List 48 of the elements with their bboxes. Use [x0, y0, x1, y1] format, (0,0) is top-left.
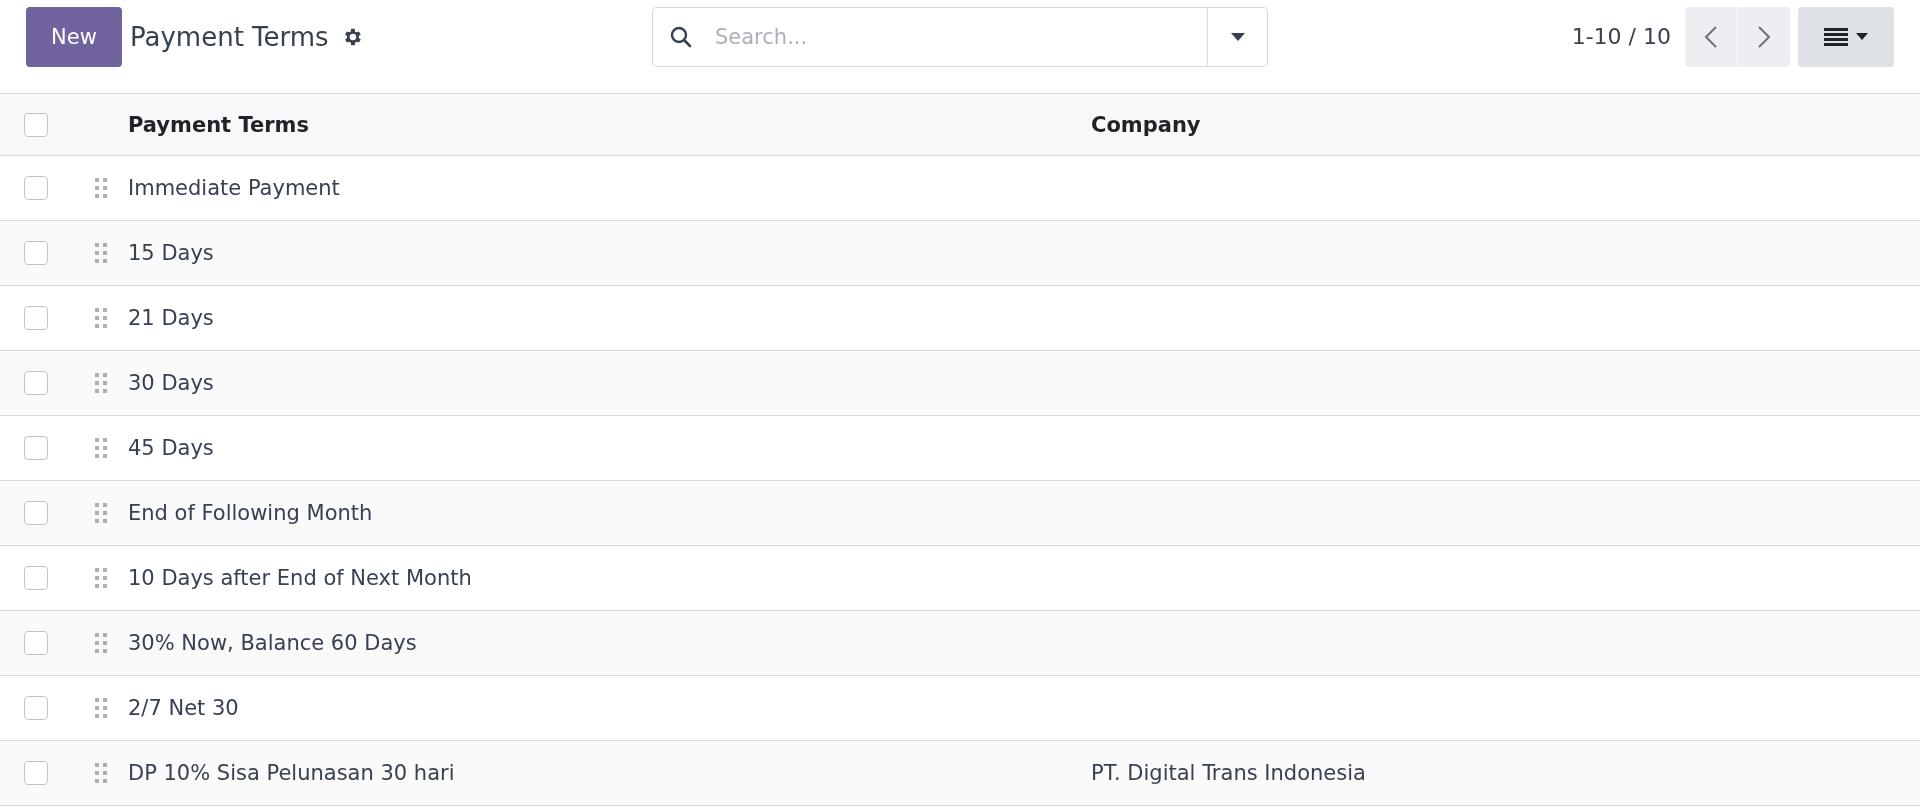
drag-handle-icon[interactable]	[95, 178, 107, 198]
caret-icon	[1230, 33, 1245, 41]
drag-handle-icon[interactable]	[95, 698, 107, 718]
drag-handle-icon[interactable]	[95, 308, 107, 328]
row-checkbox[interactable]	[24, 501, 48, 525]
drag-handle-icon[interactable]	[95, 568, 107, 588]
new-button[interactable]: New	[26, 6, 122, 67]
view-switcher-button[interactable]	[1798, 6, 1894, 67]
table-cell: End of Following Month	[128, 501, 373, 525]
drag-handle-icon[interactable]	[95, 503, 107, 523]
search-icon	[669, 25, 693, 49]
chevron-left-icon	[1704, 24, 1718, 49]
table-cell: 30% Now, Balance 60 Days	[128, 631, 417, 655]
row-checkbox[interactable]	[24, 696, 48, 720]
row-checkbox[interactable]	[24, 306, 48, 330]
row-checkbox[interactable]	[24, 371, 48, 395]
row-checkbox[interactable]	[24, 436, 48, 460]
table-cell: DP 10% Sisa Pelunasan 30 hari	[128, 761, 455, 785]
column-header[interactable]: Payment Terms	[128, 112, 309, 137]
column-header[interactable]: Company	[1091, 112, 1201, 137]
chevron-right-icon	[1757, 24, 1771, 49]
drag-handle-icon[interactable]	[95, 763, 107, 783]
row-checkbox[interactable]	[24, 176, 48, 200]
search-field[interactable]: Search...	[652, 7, 1268, 67]
drag-handle-icon[interactable]	[95, 243, 107, 263]
drag-handle-icon[interactable]	[95, 633, 107, 653]
table-cell: 10 Days after End of Next Month	[128, 566, 472, 590]
select-all-checkbox[interactable]	[24, 112, 48, 137]
row-checkbox[interactable]	[24, 241, 48, 265]
table-cell: PT. Digital Trans Indonesia	[1091, 761, 1366, 785]
table-cell: 45 Days	[128, 436, 214, 460]
table-cell: 30 Days	[128, 371, 214, 395]
table-cell: 21 Days	[128, 306, 214, 330]
row-checkbox[interactable]	[24, 631, 48, 655]
table-cell: Immediate Payment	[128, 176, 340, 200]
table-cell: 2/7 Net 30	[128, 696, 239, 720]
search-input[interactable]: Search...	[713, 8, 1207, 66]
drag-handle-icon[interactable]	[95, 438, 107, 458]
drag-handle-icon[interactable]	[95, 373, 107, 393]
table-cell: 15 Days	[128, 241, 214, 265]
row-checkbox[interactable]	[24, 761, 48, 785]
list-icon	[1824, 26, 1848, 47]
previous-button[interactable]	[1685, 6, 1737, 67]
pager-text: 1-10 / 10	[1571, 24, 1671, 49]
row-checkbox[interactable]	[24, 566, 48, 590]
caret-icon	[1856, 33, 1868, 40]
page-title: Payment Terms	[130, 21, 329, 52]
next-button[interactable]	[1738, 6, 1790, 67]
